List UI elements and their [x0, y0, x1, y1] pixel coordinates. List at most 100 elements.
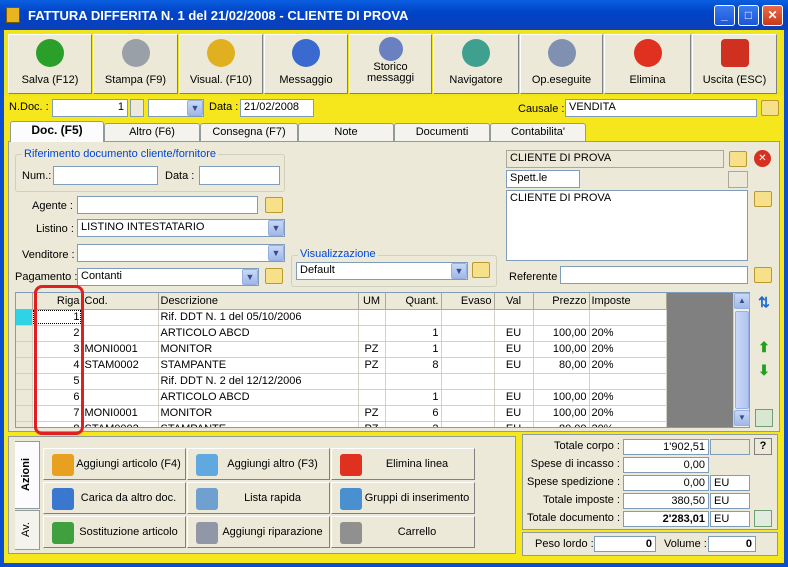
table-cell[interactable]: PZ: [358, 341, 386, 358]
table-cell[interactable]: [82, 325, 159, 342]
table-cell[interactable]: [82, 309, 159, 326]
table-cell[interactable]: PZ: [358, 405, 386, 422]
sort-arrows-icon[interactable]: ⇅: [755, 294, 773, 312]
table-cell[interactable]: 6: [385, 405, 442, 422]
table-row[interactable]: 7 MONI0001 MONITOR PZ 6 EU 100,00 20%: [16, 405, 667, 422]
table-cell[interactable]: [441, 341, 495, 358]
agente-folder-icon[interactable]: [265, 197, 283, 213]
tab-azioni[interactable]: Azioni: [15, 441, 40, 509]
volume-value[interactable]: 0: [708, 536, 756, 552]
table-cell[interactable]: 80,00: [533, 357, 590, 374]
column-header[interactable]: UM: [358, 293, 386, 310]
toolbar-button-5[interactable]: Navigatore: [433, 34, 519, 94]
table-cell[interactable]: [533, 373, 590, 390]
table-cell[interactable]: 2: [385, 421, 442, 427]
table-cell[interactable]: [82, 373, 159, 390]
table-row[interactable]: 8STAM0002STAMPANTEPZ2EU80,0020%: [16, 421, 667, 427]
rif-data-field[interactable]: [199, 166, 280, 185]
chevron-down-icon[interactable]: ▼: [242, 269, 258, 285]
incasso-value[interactable]: 0,00: [623, 457, 709, 473]
ndoc-suffix-button[interactable]: [130, 99, 144, 117]
table-cell[interactable]: 100,00: [533, 325, 590, 342]
table-cell[interactable]: STAMPANTE: [158, 421, 359, 427]
vis-select[interactable]: Default: [296, 262, 468, 280]
table-cell[interactable]: [441, 357, 495, 374]
column-header[interactable]: Cod.: [82, 293, 159, 310]
table-cell[interactable]: 100,00: [533, 341, 590, 358]
table-row[interactable]: 4 STAM0002 STAMPANTE PZ 8 EU 80,00 20%: [16, 357, 667, 374]
table-cell[interactable]: MONITOR: [158, 405, 359, 422]
referente-field[interactable]: [560, 266, 748, 284]
table-cell[interactable]: [589, 309, 667, 326]
scroll-thumb[interactable]: [735, 311, 749, 409]
table-cell[interactable]: 20%: [589, 405, 667, 422]
zoom-icon[interactable]: [754, 510, 772, 527]
table-cell[interactable]: [441, 389, 495, 406]
row-selector[interactable]: [16, 405, 33, 422]
maximize-button[interactable]: □: [738, 5, 759, 26]
close-button[interactable]: ✕: [762, 5, 783, 26]
toolbar-button-0[interactable]: Salva (F12): [8, 34, 92, 94]
action-button-1[interactable]: Aggiungi altro (F3): [187, 448, 330, 480]
contact-card-icon[interactable]: [728, 171, 748, 188]
table-cell[interactable]: [494, 309, 534, 326]
tab-altro[interactable]: Altro (F6): [104, 123, 200, 141]
column-header[interactable]: Val: [494, 293, 534, 310]
table-cell[interactable]: PZ: [358, 421, 386, 427]
table-cell[interactable]: [358, 325, 386, 342]
tab-av[interactable]: Av.: [15, 510, 40, 550]
action-button-8[interactable]: Carrello: [331, 516, 475, 548]
table-cell[interactable]: [82, 389, 159, 406]
grid-scrollbar[interactable]: ▲ ▼: [733, 293, 750, 427]
table-cell[interactable]: 1: [385, 341, 442, 358]
row-refresh-icon[interactable]: [755, 409, 773, 427]
table-cell[interactable]: [441, 373, 495, 390]
table-cell[interactable]: [441, 325, 495, 342]
table-cell[interactable]: [441, 405, 495, 422]
cliente-folder-icon[interactable]: [729, 151, 747, 167]
action-button-0[interactable]: Aggiungi articolo (F4): [43, 448, 186, 480]
table-cell[interactable]: ARTICOLO ABCD: [158, 389, 359, 406]
causale-field[interactable]: VENDITA: [565, 99, 757, 117]
table-cell[interactable]: EU: [494, 325, 534, 342]
table-cell[interactable]: [589, 373, 667, 390]
table-cell[interactable]: EU: [494, 357, 534, 374]
data-field[interactable]: 21/02/2008: [240, 99, 314, 117]
table-cell[interactable]: 20%: [589, 341, 667, 358]
table-cell[interactable]: [358, 389, 386, 406]
toolbar-button-1[interactable]: Stampa (F9): [93, 34, 178, 94]
table-cell[interactable]: STAMPANTE: [158, 357, 359, 374]
cliente-remove-icon[interactable]: ✕: [754, 150, 771, 167]
table-cell[interactable]: 80,00: [533, 421, 590, 427]
table-row[interactable]: 2 ARTICOLO ABCD 1 EU 100,00 20%: [16, 325, 667, 342]
table-cell[interactable]: [385, 309, 442, 326]
table-cell[interactable]: MONI0001: [82, 405, 159, 422]
tab-note[interactable]: Note: [298, 123, 394, 141]
table-cell[interactable]: EU: [494, 389, 534, 406]
action-button-6[interactable]: Sostituzione articolo: [43, 516, 186, 548]
row-selector[interactable]: [16, 325, 33, 342]
table-cell[interactable]: 1: [385, 325, 442, 342]
table-cell[interactable]: 100,00: [533, 389, 590, 406]
table-cell[interactable]: 100,00: [533, 405, 590, 422]
scroll-up-icon[interactable]: ▲: [734, 293, 750, 309]
tab-contabilita[interactable]: Contabilita': [490, 123, 586, 141]
table-row[interactable]: 6 ARTICOLO ABCD 1 EU 100,00 20%: [16, 389, 667, 406]
cliente-address[interactable]: CLIENTE DI PROVA: [506, 190, 748, 261]
table-cell[interactable]: [358, 373, 386, 390]
table-cell[interactable]: EU: [494, 405, 534, 422]
referente-folder-icon[interactable]: [754, 267, 772, 283]
chevron-down-icon[interactable]: ▼: [268, 220, 284, 236]
action-button-3[interactable]: Carica da altro doc.: [43, 482, 186, 514]
toolbar-button-2[interactable]: Visual. (F10): [179, 34, 263, 94]
table-cell[interactable]: MONI0001: [82, 341, 159, 358]
table-cell[interactable]: [441, 309, 495, 326]
table-cell[interactable]: 1: [385, 389, 442, 406]
causale-folder-icon[interactable]: [761, 100, 779, 116]
toolbar-button-3[interactable]: Messaggio: [264, 34, 348, 94]
minimize-button[interactable]: _: [714, 5, 735, 26]
table-row[interactable]: 1 Rif. DDT N. 1 del 05/10/2006: [16, 309, 667, 326]
table-cell[interactable]: [358, 309, 386, 326]
column-header[interactable]: Evaso: [441, 293, 495, 310]
table-cell[interactable]: 8: [385, 357, 442, 374]
